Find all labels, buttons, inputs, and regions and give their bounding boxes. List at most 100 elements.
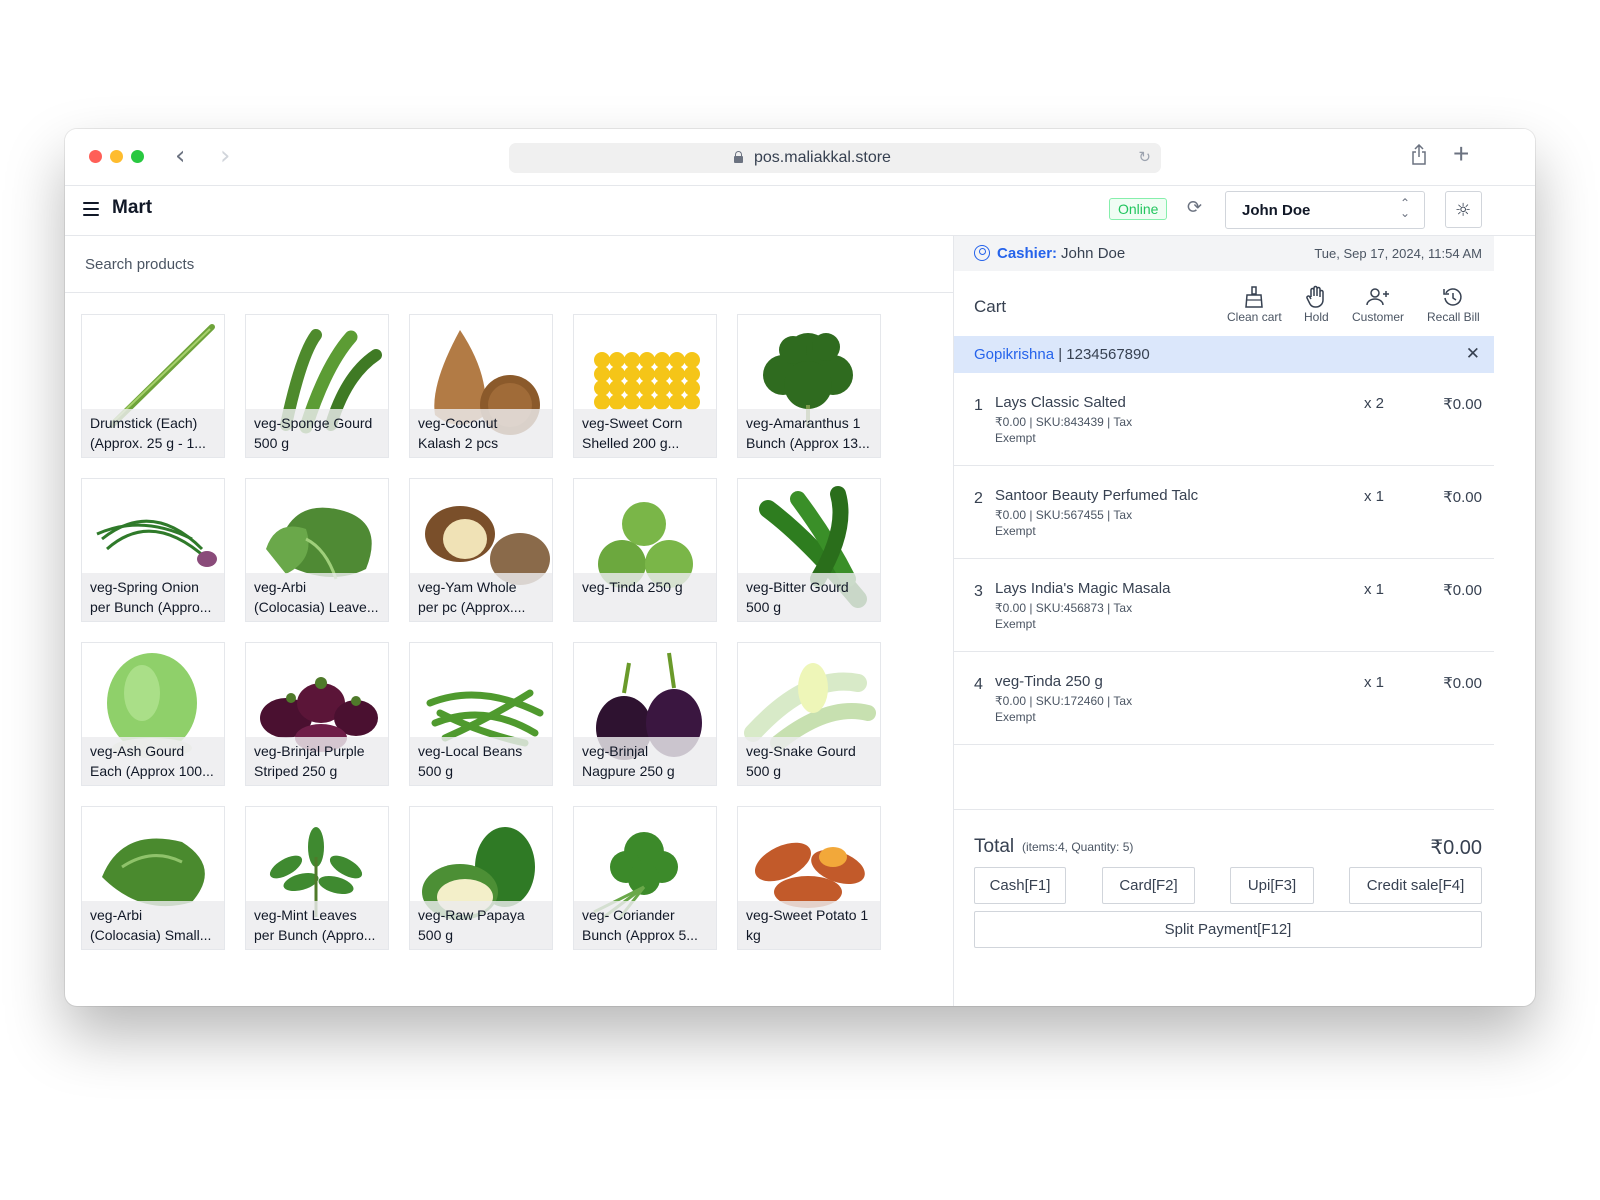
theme-toggle-button[interactable]: ☼ (1445, 191, 1482, 228)
product-name-line1: veg-Local Beans (418, 743, 523, 759)
cart-item-meta: ₹0.00 | SKU:567455 | Tax Exempt (995, 508, 1133, 538)
close-icon[interactable]: ✕ (1466, 344, 1480, 364)
cart-panel: Cashier: John Doe Tue, Sep 17, 2024, 11:… (954, 236, 1494, 1006)
cart-item[interactable]: 4 veg-Tinda 250 g ₹0.00 | SKU:172460 | Tax… (954, 652, 1494, 745)
product-name-line2: (Colocasia) Leave... (254, 599, 379, 615)
product-label: veg-Yam Whole per pc (Approx.... (410, 573, 552, 621)
cart-item-number: 4 (974, 676, 983, 693)
back-arrow-icon[interactable]: ‹ (175, 141, 185, 171)
product-card[interactable]: veg-Bitter Gourd 500 g (737, 478, 881, 622)
product-card[interactable]: veg-Raw Papaya 500 g (409, 806, 553, 950)
product-label: veg-Amaranthus 1 Bunch (Approx 13... (738, 409, 880, 457)
product-name-line2: Kalash 2 pcs (418, 435, 499, 451)
new-tab-icon[interactable]: + (1453, 138, 1469, 170)
cart-item-meta: ₹0.00 | SKU:172460 | Tax Exempt (995, 694, 1133, 724)
cart-item[interactable]: 1 Lays Classic Salted ₹0.00 | SKU:843439 |… (954, 373, 1494, 466)
recall-bill-button[interactable]: Recall Bill (1427, 285, 1480, 324)
product-card[interactable]: veg-Local Beans 500 g (409, 642, 553, 786)
recall-bill-label: Recall Bill (1427, 310, 1480, 324)
product-name-line2: Bunch (Approx 5... (582, 927, 698, 943)
card-button[interactable]: Card[F2] (1102, 867, 1195, 904)
search-bar (65, 236, 953, 293)
cart-item-qty[interactable]: x 2 (1364, 395, 1384, 412)
product-label: veg-Arbi (Colocasia) Leave... (246, 573, 388, 621)
product-name-line2: (Colocasia) Small... (90, 927, 212, 943)
product-card[interactable]: veg-Sweet Corn Shelled 200 g... (573, 314, 717, 458)
cashier-bar: Cashier: John Doe Tue, Sep 17, 2024, 11:… (954, 236, 1494, 271)
product-card[interactable]: veg-Brinjal Purple Striped 250 g (245, 642, 389, 786)
cart-item-price: ₹0.00 (1443, 489, 1482, 506)
total-label: Total (974, 836, 1015, 857)
hold-button[interactable]: Hold (1304, 285, 1329, 324)
history-icon (1427, 285, 1480, 309)
search-input[interactable] (65, 236, 953, 292)
product-label: veg-Coconut Kalash 2 pcs (410, 409, 552, 457)
product-card[interactable]: veg-Arbi (Colocasia) Leave... (245, 478, 389, 622)
cart-item[interactable]: 3 Lays India's Magic Masala ₹0.00 | SKU:45… (954, 559, 1494, 652)
cart-item-qty[interactable]: x 1 (1364, 488, 1384, 505)
product-name-line1: veg-Sweet Corn (582, 415, 683, 431)
total-meta: (items:4, Quantity: 5) (1022, 840, 1134, 854)
product-label: veg-Tinda 250 g (574, 573, 716, 621)
user-select[interactable]: John Doe ⌃ ⌄ (1225, 191, 1425, 229)
address-bar[interactable]: pos.maliakkal.store ↻ (509, 143, 1161, 173)
split-payment-button[interactable]: Split Payment[F12] (974, 911, 1482, 948)
datetime: Tue, Sep 17, 2024, 11:54 AM (1314, 246, 1482, 261)
product-name-line1: veg-Ash Gourd (90, 743, 185, 759)
menu-icon[interactable] (83, 202, 99, 216)
product-name-line1: veg-Brinjal (582, 743, 649, 759)
product-label: veg-Brinjal Nagpure 250 g (574, 737, 716, 785)
product-name-line2: Striped 250 g (254, 763, 338, 779)
lock-icon (734, 151, 743, 163)
product-card[interactable]: veg-Spring Onion per Bunch (Appro... (81, 478, 225, 622)
product-card[interactable]: Drumstick (Each) (Approx. 25 g - 1... (81, 314, 225, 458)
cart-item-qty[interactable]: x 1 (1364, 674, 1384, 691)
minimize-window-button[interactable] (110, 150, 123, 163)
cart-item-meta: ₹0.00 | SKU:456873 | Tax Exempt (995, 601, 1133, 631)
user-circle-icon (974, 245, 990, 261)
product-card[interactable]: veg-Brinjal Nagpure 250 g (573, 642, 717, 786)
product-card[interactable]: veg-Sweet Potato 1 kg (737, 806, 881, 950)
product-label: Drumstick (Each) (Approx. 25 g - 1... (82, 409, 224, 457)
customer-button[interactable]: Customer (1352, 285, 1404, 324)
credit-sale-button[interactable]: Credit sale[F4] (1349, 867, 1482, 904)
customer-name: Gopikrishna (974, 346, 1055, 363)
product-card[interactable]: veg-Arbi (Colocasia) Small... (81, 806, 225, 950)
cash-button[interactable]: Cash[F1] (974, 867, 1066, 904)
product-label: veg-Arbi (Colocasia) Small... (82, 901, 224, 949)
cart-item-name: Lays Classic Salted (995, 394, 1126, 411)
product-card[interactable]: veg-Ash Gourd Each (Approx 100... (81, 642, 225, 786)
cashier-name: John Doe (1061, 245, 1126, 262)
cart-item-qty[interactable]: x 1 (1364, 581, 1384, 598)
sync-icon[interactable]: ⟳ (1187, 197, 1202, 218)
sun-icon: ☼ (1455, 200, 1472, 221)
product-card[interactable]: veg-Coconut Kalash 2 pcs (409, 314, 553, 458)
product-card[interactable]: veg-Yam Whole per pc (Approx.... (409, 478, 553, 622)
maximize-window-button[interactable] (131, 150, 144, 163)
forward-arrow-icon[interactable]: › (220, 141, 230, 171)
product-name-line1: veg-Yam Whole (418, 579, 517, 595)
product-label: veg-Sweet Corn Shelled 200 g... (574, 409, 716, 457)
product-card[interactable]: veg- Coriander Bunch (Approx 5... (573, 806, 717, 950)
upi-button[interactable]: Upi[F3] (1230, 867, 1314, 904)
product-card[interactable]: veg-Tinda 250 g (573, 478, 717, 622)
customer-sep: | (1054, 346, 1067, 363)
cart-item-price: ₹0.00 (1443, 675, 1482, 692)
product-card[interactable]: veg-Snake Gourd 500 g (737, 642, 881, 786)
product-name-line1: veg-Raw Papaya (418, 907, 525, 923)
clean-cart-button[interactable]: Clean cart (1227, 285, 1282, 324)
reload-icon[interactable]: ↻ (1138, 148, 1151, 166)
share-icon[interactable] (1411, 144, 1427, 166)
product-name-line2: 500 g (746, 599, 782, 615)
product-card[interactable]: veg-Mint Leaves per Bunch (Appro... (245, 806, 389, 950)
close-window-button[interactable] (89, 150, 102, 163)
product-name-line2: 500 g (418, 763, 454, 779)
broom-icon (1227, 285, 1282, 309)
product-name-line1: veg- Coriander (582, 907, 675, 923)
cart-item[interactable]: 2 Santoor Beauty Perfumed Talc ₹0.00 | SKU… (954, 466, 1494, 559)
product-card[interactable]: veg-Sponge Gourd 500 g (245, 314, 389, 458)
product-name-line2: 500 g (254, 435, 290, 451)
product-name-line1: veg-Arbi (254, 579, 307, 595)
product-name-line1: veg-Amaranthus 1 (746, 415, 861, 431)
product-card[interactable]: veg-Amaranthus 1 Bunch (Approx 13... (737, 314, 881, 458)
